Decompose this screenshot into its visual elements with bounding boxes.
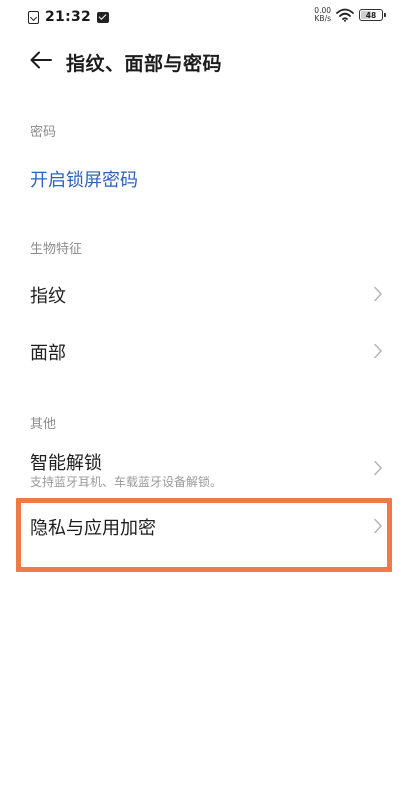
page-title: 指纹、面部与密码: [66, 53, 223, 75]
battery-icon: 48: [359, 9, 386, 21]
chevron-right-icon: [374, 286, 382, 302]
fingerprint-label: 指纹: [30, 286, 66, 307]
screen: 21:32 0.00 KB/s 48 指纹、面部与密码 密码 开启锁屏密码 生物…: [0, 0, 407, 800]
status-time: 21:32: [45, 9, 92, 25]
status-bar-right: 0.00 KB/s 48: [314, 7, 386, 23]
app-header: 指纹、面部与密码: [0, 40, 407, 80]
face-row[interactable]: 面部: [0, 323, 407, 379]
highlight-box: [16, 498, 392, 572]
enable-lock-password-link[interactable]: 开启锁屏密码: [30, 166, 138, 192]
smart-unlock-row[interactable]: 智能解锁 支持蓝牙耳机、车载蓝牙设备解锁。: [0, 440, 407, 496]
smart-unlock-label: 智能解锁: [30, 453, 102, 474]
face-label: 面部: [30, 343, 66, 364]
section-header-biometrics: 生物特征: [30, 242, 83, 257]
section-header-other: 其他: [30, 417, 57, 432]
section-header-password: 密码: [30, 125, 57, 140]
wifi-icon: [336, 8, 354, 22]
chevron-right-icon: [374, 460, 382, 476]
battery-percent: 48: [365, 10, 377, 20]
chevron-right-icon: [374, 343, 382, 359]
smart-unlock-description: 支持蓝牙耳机、车载蓝牙设备解锁。: [30, 475, 223, 489]
network-speed-unit: KB/s: [314, 14, 332, 23]
status-bar: 21:32 0.00 KB/s 48: [0, 0, 407, 34]
message-icon: [97, 11, 110, 23]
network-speed: 0.00 KB/s: [314, 7, 331, 23]
enable-lock-password-row[interactable]: 开启锁屏密码: [0, 150, 407, 204]
fingerprint-row[interactable]: 指纹: [0, 266, 407, 322]
back-button[interactable]: [26, 48, 56, 72]
status-bar-left: 21:32: [28, 9, 110, 25]
notification-icon: [28, 10, 39, 24]
arrow-left-icon: [30, 51, 52, 69]
